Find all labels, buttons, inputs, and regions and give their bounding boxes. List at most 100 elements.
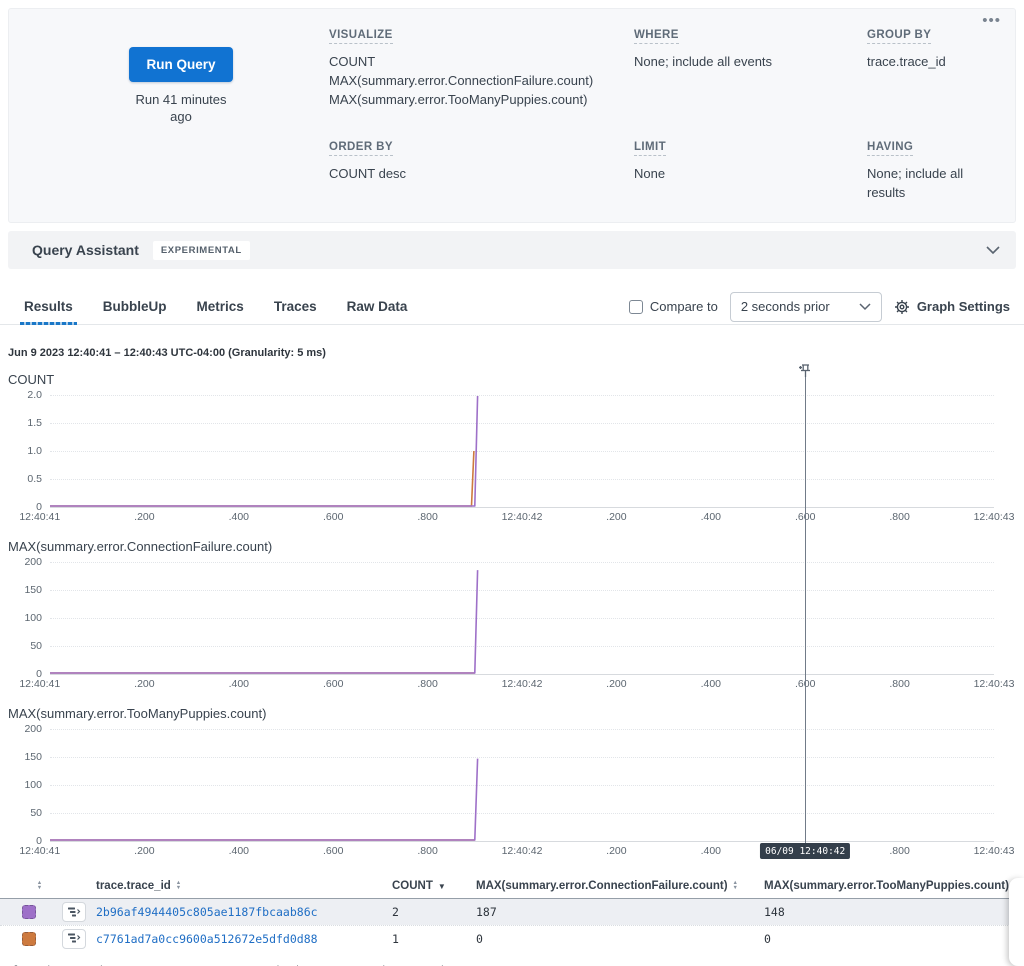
gridline — [50, 841, 994, 842]
x-tick-label: .400 — [229, 845, 249, 857]
visualize-item[interactable]: MAX(summary.error.ConnectionFailure.coun… — [329, 71, 634, 90]
visualize-item[interactable]: MAX(summary.error.TooManyPuppies.count) — [329, 90, 634, 109]
trace-id-link[interactable]: c7761ad7a0cc9600a512672e5dfd0d88 — [96, 932, 392, 946]
column-header-trace-id[interactable]: trace.trace_id▲▼ — [96, 880, 392, 892]
sort-desc-icon: ▼ — [438, 882, 446, 891]
tab-metrics[interactable]: Metrics — [197, 289, 244, 324]
compare-to-toggle[interactable]: Compare to — [629, 299, 718, 314]
query-assistant-bar[interactable]: Query Assistant EXPERIMENTAL — [8, 231, 1016, 269]
compare-period-select[interactable]: 2 seconds prior — [730, 292, 882, 322]
chart-title: COUNT — [8, 372, 1024, 387]
y-tick-label: 200 — [2, 556, 42, 568]
series-color-swatch[interactable] — [22, 905, 36, 919]
max-connection-failure-value: 187 — [476, 905, 764, 919]
crosshair-timestamp-badge: 06/09 12:40:42 — [760, 843, 850, 859]
chevron-down-icon — [859, 303, 871, 311]
x-tick-label: .200 — [606, 845, 626, 857]
x-tick-label: .400 — [229, 678, 249, 690]
series-2b96af4944405c805ae1187fbcaab86c — [50, 759, 478, 840]
where-value[interactable]: None; include all events — [634, 52, 867, 71]
x-tick-label: .400 — [701, 845, 721, 857]
time-range-header: Jun 9 2023 12:40:41 – 12:40:43 UTC-04:00… — [8, 347, 1024, 359]
run-query-button[interactable]: Run Query — [129, 47, 232, 82]
order-by-value[interactable]: COUNT desc — [329, 164, 634, 183]
chart-x-axis: 12:40:41.200.400.600.80012:40:42.200.400… — [50, 677, 994, 693]
tab-traces[interactable]: Traces — [274, 289, 317, 324]
chart-plot[interactable]: 2.01.51.00.50 — [50, 395, 994, 507]
table-row[interactable]: 2b96af4944405c805ae1187fbcaab86c2187148 — [0, 899, 1024, 925]
table-row[interactable]: c7761ad7a0cc9600a512672e5dfd0d88100 — [0, 925, 1024, 951]
visualize-item[interactable]: COUNT — [329, 52, 634, 71]
x-tick-label: .200 — [134, 845, 154, 857]
sort-icon[interactable]: ▲▼ — [37, 881, 42, 891]
y-tick-label: 100 — [2, 612, 42, 624]
chart-plot[interactable]: 200150100500 — [50, 562, 994, 674]
tab-bubbleup[interactable]: BubbleUp — [103, 289, 167, 324]
x-tick-label: 12:40:43 — [974, 845, 1015, 857]
where-label[interactable]: WHERE — [634, 29, 679, 44]
tab-raw-data[interactable]: Raw Data — [347, 289, 408, 324]
trace-waterfall-icon — [68, 907, 81, 918]
x-tick-label: .600 — [323, 845, 343, 857]
chart-plot[interactable]: 200150100500 — [50, 729, 994, 841]
count-value: 1 — [392, 932, 476, 946]
limit-value[interactable]: None — [634, 164, 867, 183]
honeycomb-query-page: ••• VISUALIZE COUNTMAX(summary.error.Con… — [0, 8, 1024, 966]
visualize-label[interactable]: VISUALIZE — [329, 29, 393, 44]
charts-area: Jun 9 2023 12:40:41 – 12:40:43 UTC-04:00… — [0, 347, 1024, 860]
x-tick-label: .400 — [701, 678, 721, 690]
column-header-max-too-many-puppies[interactable]: MAX(summary.error.TooManyPuppies.count)▲… — [764, 880, 1024, 892]
x-tick-label: .800 — [889, 511, 909, 523]
group-by-value[interactable]: trace.trace_id — [867, 52, 999, 71]
results-toolbar: Results BubbleUp Metrics Traces Raw Data Com… — [0, 289, 1024, 325]
y-tick-label: 1.5 — [2, 417, 42, 429]
max-too-many-puppies-value: 148 — [764, 905, 1024, 919]
table-scroll-handle[interactable] — [1009, 878, 1024, 966]
x-tick-label: 12:40:41 — [19, 845, 60, 857]
trace-id-link[interactable]: 2b96af4944405c805ae1187fbcaab86c — [96, 905, 392, 919]
view-trace-button[interactable] — [62, 902, 86, 922]
series-2b96af4944405c805ae1187fbcaab86c — [50, 396, 478, 506]
x-tick-label: 12:40:43 — [974, 678, 1015, 690]
visualize-section: VISUALIZE COUNTMAX(summary.error.Connect… — [329, 25, 634, 109]
having-value[interactable]: None; include all results — [867, 164, 999, 202]
chart-series-svg — [50, 729, 994, 841]
chart-x-axis: 12:40:41.200.400.600.80012:40:42.200.400… — [50, 844, 994, 860]
group-by-label[interactable]: GROUP BY — [867, 29, 931, 44]
chart-title: MAX(summary.error.ConnectionFailure.coun… — [8, 539, 1024, 554]
sort-icon: ▲▼ — [733, 881, 738, 891]
limit-section: LIMIT None — [634, 137, 867, 202]
series-2b96af4944405c805ae1187fbcaab86c — [50, 570, 478, 673]
view-trace-button[interactable] — [62, 929, 86, 949]
pushpin-icon[interactable] — [797, 363, 813, 379]
series-c7761ad7a0cc9600a512672e5dfd0d88 — [50, 451, 474, 506]
tab-results[interactable]: Results — [24, 289, 73, 324]
query-stat: rows examined: 1,078 — [221, 965, 341, 966]
ellipsis-icon[interactable]: ••• — [982, 13, 1001, 28]
column-header-count[interactable]: COUNT▼ — [392, 880, 476, 892]
y-tick-label: 200 — [2, 723, 42, 735]
x-tick-label: 12:40:43 — [974, 511, 1015, 523]
x-tick-label: .200 — [134, 511, 154, 523]
y-tick-label: 2.0 — [2, 389, 42, 401]
series-color-swatch[interactable] — [22, 932, 36, 946]
graph-settings-button[interactable]: Graph Settings — [894, 299, 1010, 315]
x-tick-label: .600 — [323, 678, 343, 690]
results-table: ▲▼trace.trace_id▲▼COUNT▼MAX(summary.erro… — [0, 874, 1024, 951]
column-header-max-connection-failure[interactable]: MAX(summary.error.ConnectionFailure.coun… — [476, 880, 764, 892]
chevron-down-icon[interactable] — [986, 246, 1000, 255]
count-value: 2 — [392, 905, 476, 919]
limit-label[interactable]: LIMIT — [634, 141, 666, 156]
order-by-label[interactable]: ORDER BY — [329, 141, 393, 156]
query-stat: nodes reporting: 100% — [367, 965, 493, 966]
crosshair-line[interactable] — [805, 377, 806, 846]
x-tick-label: 12:40:42 — [502, 678, 543, 690]
compare-to-checkbox[interactable] — [629, 300, 643, 314]
having-label[interactable]: HAVING — [867, 141, 913, 156]
compare-to-label: Compare to — [650, 299, 718, 314]
where-section: WHERE None; include all events — [634, 25, 867, 109]
graph-settings-label: Graph Settings — [917, 299, 1010, 314]
query-stat: elapsed query time: 75.096703ms — [8, 965, 195, 966]
y-tick-label: 50 — [2, 807, 42, 819]
having-section: HAVING None; include all results — [867, 137, 999, 202]
